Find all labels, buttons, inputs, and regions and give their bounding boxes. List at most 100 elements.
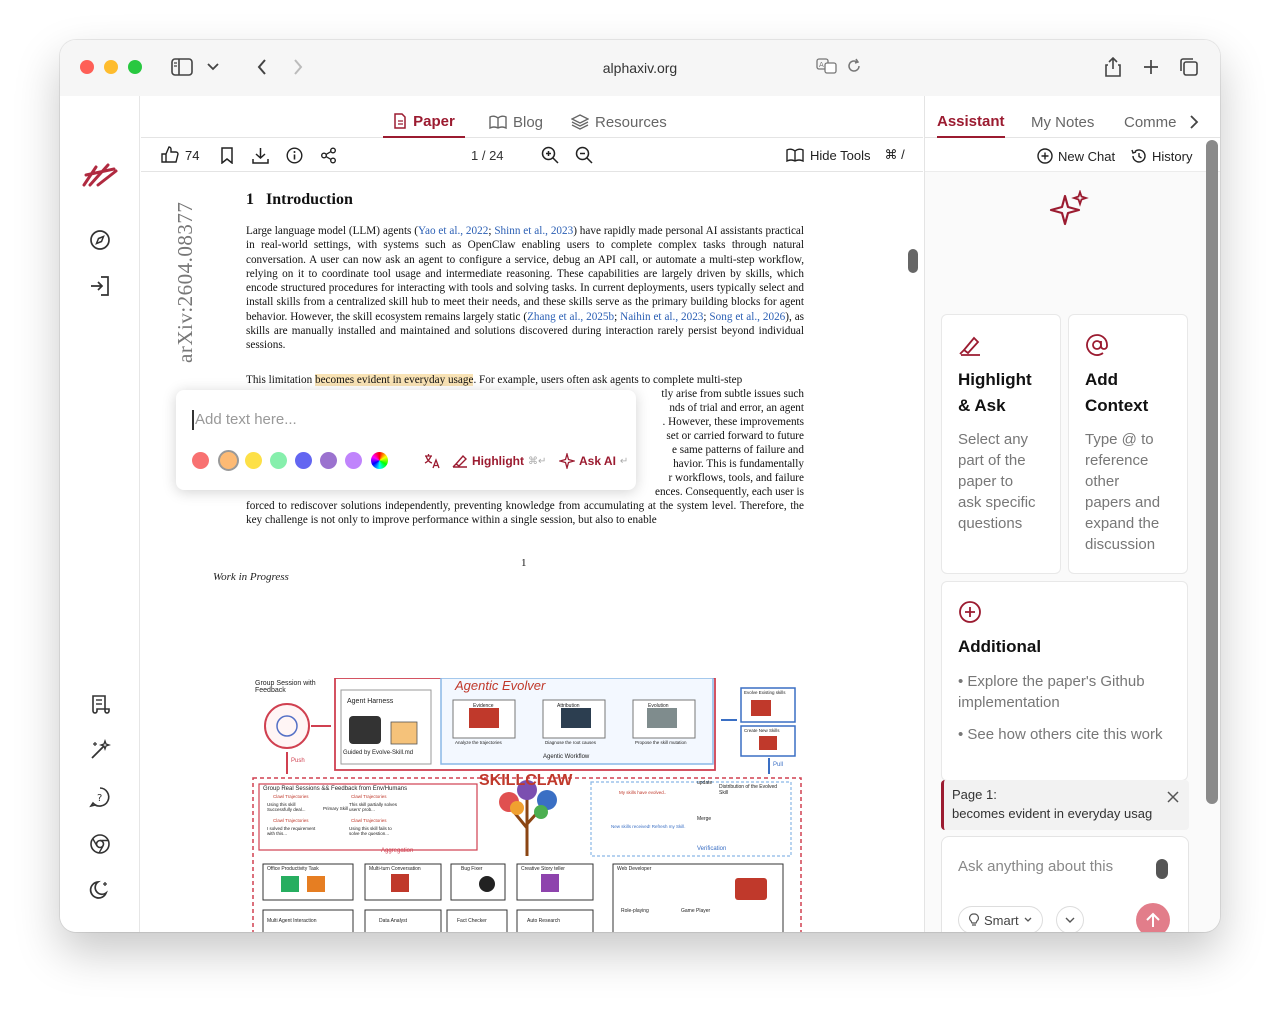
model-selector[interactable]: Smart	[958, 906, 1043, 932]
address-bar[interactable]: alphaxiv.org A	[406, 50, 874, 86]
scroll-icon[interactable]	[88, 692, 112, 716]
tab-comments[interactable]: Comme	[1124, 106, 1180, 138]
history-label: History	[1152, 148, 1193, 164]
thumbs-up-icon	[161, 146, 179, 163]
share-network-icon[interactable]	[320, 144, 337, 166]
document-scrollbar[interactable]	[908, 249, 918, 273]
forward-arrow-icon[interactable]	[288, 55, 308, 79]
chevron-right-icon[interactable]	[1189, 106, 1199, 138]
minimize-window-button[interactable]	[104, 60, 118, 74]
highlighter-icon	[958, 333, 982, 357]
citation-link[interactable]: Naihin et al., 2023	[620, 311, 703, 323]
tab-resources-label: Resources	[595, 113, 667, 131]
paragraph-1[interactable]: Large language model (LLM) agents (Yao e…	[246, 224, 804, 353]
close-window-button[interactable]	[80, 60, 94, 74]
tab-my-notes[interactable]: My Notes	[1031, 106, 1094, 138]
login-icon[interactable]	[88, 274, 112, 298]
share-icon[interactable]	[1102, 55, 1124, 79]
custom-color-icon[interactable]	[371, 452, 388, 469]
magic-wand-icon[interactable]	[88, 738, 112, 762]
citation-link[interactable]: Zhang et al., 2025b	[527, 311, 614, 323]
chevron-down-icon[interactable]	[204, 55, 222, 79]
color-swatch-purple[interactable]	[320, 452, 337, 469]
mic-icon[interactable]	[1156, 859, 1168, 879]
annotation-text-input[interactable]: Add text here...	[192, 410, 297, 430]
back-arrow-icon[interactable]	[252, 55, 272, 79]
help-chat-icon[interactable]: ?	[88, 785, 112, 809]
tab-resources[interactable]: Resources	[571, 106, 667, 138]
card-desc-line: other	[1085, 473, 1120, 490]
citations-link[interactable]: • See how others cite this work	[958, 724, 1178, 745]
figure-label: SKILLCLAW	[479, 772, 573, 789]
page-indicator[interactable]: 1 / 24	[471, 144, 504, 166]
paragraph-2-tail[interactable]: forced to rediscover solutions independe…	[246, 499, 804, 528]
ask-ai-button[interactable]: Ask AI ↵	[559, 452, 628, 470]
citation-link[interactable]: Yao et al., 2022	[418, 225, 488, 237]
figure-label: Auto Research	[527, 918, 561, 924]
arxiv-id: arXiv:2604.08377	[173, 201, 197, 363]
highlight-ask-card[interactable]: Highlight & Ask Select any part of the p…	[941, 314, 1061, 574]
card-title-line: Context	[1085, 396, 1149, 415]
translate-icon[interactable]: A	[816, 58, 838, 77]
download-icon[interactable]	[252, 144, 269, 166]
github-link[interactable]: • Explore the paper's Github implementat…	[958, 671, 1178, 713]
figure-label: Evolve Existing skills	[744, 690, 786, 695]
new-chat-button[interactable]: New Chat	[1037, 146, 1115, 166]
bookmark-icon[interactable]	[220, 144, 234, 166]
highlighted-text[interactable]: becomes evident in everyday usage	[315, 374, 474, 386]
zoom-out-icon[interactable]	[575, 144, 593, 166]
chrome-icon[interactable]	[88, 832, 112, 856]
sidebar-toggle-icon[interactable]	[170, 55, 194, 79]
figure-label: Evidence	[473, 703, 494, 709]
citation-link[interactable]: Shinn et al., 2023	[494, 225, 573, 237]
assistant-scrollbar[interactable]	[1206, 140, 1218, 804]
text-run: . For example, users often ask agents to…	[473, 374, 743, 386]
translate-icon[interactable]	[424, 452, 440, 470]
tab-assistant[interactable]: Assistant	[937, 106, 1005, 138]
new-tab-icon[interactable]	[1140, 55, 1162, 79]
figure-label: Pull	[773, 762, 784, 768]
figure-label: Clawl Trajectories	[351, 794, 387, 799]
paragraph-2-line-1[interactable]: This limitation becomes evident in every…	[246, 373, 804, 387]
tab-paper-label: Paper	[413, 112, 455, 130]
info-icon[interactable]	[286, 144, 303, 166]
highlighter-icon	[452, 454, 467, 468]
figure-label: Role-playing	[621, 908, 649, 914]
highlight-label: Highlight	[472, 454, 524, 468]
color-swatch-red[interactable]	[192, 452, 209, 469]
highlight-button[interactable]: Highlight ⌘↵	[452, 452, 546, 470]
section-heading: 1 Introduction	[246, 191, 353, 209]
tab-blog[interactable]: Blog	[489, 106, 543, 138]
color-swatch-violet[interactable]	[345, 452, 362, 469]
alphaxiv-logo-icon[interactable]	[81, 160, 119, 190]
ask-ai-label: Ask AI	[579, 454, 616, 468]
color-swatch-blue[interactable]	[295, 452, 312, 469]
close-icon[interactable]	[1167, 790, 1179, 808]
options-chevron-button[interactable]	[1056, 906, 1084, 932]
hide-tools-button[interactable]: Hide Tools ⌘ /	[786, 144, 905, 166]
tab-paper[interactable]: Paper	[383, 106, 465, 138]
add-context-card[interactable]: Add Context Type @ to reference other pa…	[1068, 314, 1188, 574]
card-desc-line: discussion	[1085, 536, 1156, 553]
like-button[interactable]: 74	[161, 144, 199, 166]
card-desc-line: paper to	[958, 473, 1014, 490]
figure-label: Data Analyst	[379, 918, 408, 924]
send-button[interactable]	[1136, 903, 1170, 932]
paper-view: Paper Blog Resources 74 1 / 24 Hide Tool…	[141, 96, 923, 932]
figure-label: Agentic Evolver	[455, 678, 546, 693]
maximize-window-button[interactable]	[128, 60, 142, 74]
tab-overview-icon[interactable]	[1178, 55, 1200, 79]
hide-tools-shortcut: ⌘ /	[884, 147, 905, 162]
citation-link[interactable]: Song et al., 2026	[709, 311, 785, 323]
color-swatch-green[interactable]	[270, 452, 287, 469]
zoom-in-icon[interactable]	[541, 144, 559, 166]
color-swatch-orange-selected[interactable]	[218, 450, 239, 471]
compass-icon[interactable]	[88, 228, 112, 252]
dark-mode-icon[interactable]	[88, 878, 112, 902]
chat-input[interactable]: Ask anything about this	[958, 858, 1113, 875]
svg-text:?: ?	[97, 793, 102, 804]
history-button[interactable]: History	[1131, 146, 1192, 166]
color-swatch-yellow[interactable]	[245, 452, 262, 469]
card-title-line: Add	[1085, 370, 1119, 389]
reload-icon[interactable]	[846, 58, 862, 77]
